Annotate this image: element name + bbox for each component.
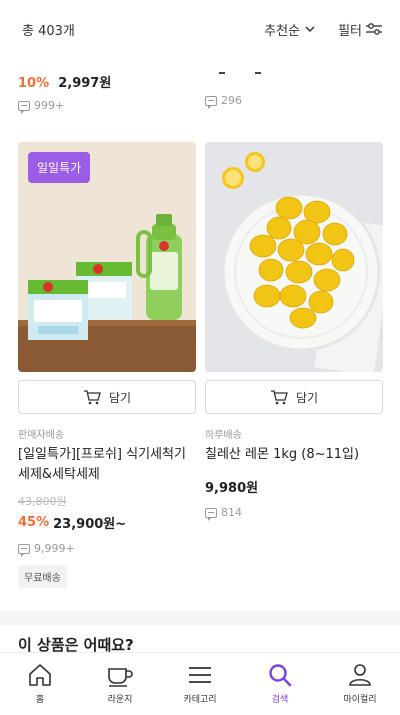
prev-product-left[interactable]: 10% 2,997원 999+ (18, 72, 112, 114)
previous-row: 10% 2,997원 999+ 296 (0, 58, 400, 118)
add-to-cart-label: 담기 (295, 390, 319, 405)
add-to-cart-button[interactable]: 담기 (18, 380, 196, 414)
sort-dropdown[interactable]: 추천순 (264, 20, 316, 39)
cart-icon (83, 390, 101, 405)
nav-label: 홈 (35, 695, 45, 705)
prev-product-right[interactable]: 296 (205, 72, 261, 109)
comment-icon (205, 95, 217, 109)
list-toolbar: 총 403개 추천순 필터 (0, 0, 400, 58)
review-count-value: 999+ (34, 99, 65, 112)
add-to-cart-button[interactable]: 담기 (205, 380, 383, 414)
price: 9,980원 (205, 481, 259, 496)
product-name[interactable]: 칠레산 레몬 1kg (8~11입) (205, 445, 383, 465)
original-price: 43,800원 (18, 495, 67, 508)
review-count-value: 296 (221, 94, 242, 107)
nav-item-search[interactable]: 검색 (240, 663, 320, 705)
review-count: 999+ (18, 99, 111, 114)
add-to-cart-label: 담기 (108, 390, 132, 405)
lemon-photo (205, 142, 383, 372)
nav-item-lounge[interactable]: 라운지 (80, 663, 160, 705)
bottom-navigation: 홈 라운지 카테고리 검색 마이컬리 (0, 652, 400, 715)
sort-label: 추천순 (264, 23, 301, 39)
filter-icon (366, 23, 382, 35)
filter-button[interactable]: 필터 (338, 20, 382, 39)
truncated-text (255, 72, 261, 74)
nav-label: 라운지 (107, 695, 133, 705)
comment-icon (18, 100, 30, 114)
price-row: 45% 23,900원~ (18, 513, 196, 532)
product-card[interactable]: 일일특가 담기 판매자배송 [일일특가][프로쉬] 식기세척기세제&세탁세제 4… (18, 142, 196, 588)
discount-rate: 10% (18, 76, 50, 91)
review-count-value: 814 (221, 506, 242, 519)
user-icon (349, 664, 371, 686)
product-list-page: 총 403개 추천순 필터 10% 2,997원 999+ 296 일일특가 담… (0, 0, 400, 715)
cart-icon (270, 390, 288, 405)
cup-icon (108, 668, 133, 687)
shipping-type: 판매자배송 (18, 430, 64, 441)
price-row: 9,980원 (205, 477, 383, 496)
menu-icon (189, 667, 211, 683)
review-count: 9,999+ (18, 542, 196, 557)
review-count: 814 (205, 506, 383, 521)
price: 23,900원~ (53, 517, 127, 532)
truncated-text (219, 72, 225, 74)
section-divider (0, 611, 400, 625)
shipping-type: 하루배송 (205, 430, 242, 441)
nav-label: 카테고리 (183, 695, 217, 705)
comment-icon (18, 543, 30, 557)
price: 2,997원 (58, 76, 112, 91)
nav-item-mykurly[interactable]: 마이컬리 (320, 663, 400, 705)
nav-item-category[interactable]: 카테고리 (160, 663, 240, 705)
chevron-down-icon (305, 26, 315, 33)
search-icon (269, 664, 292, 687)
product-card[interactable]: 담기 하루배송 칠레산 레몬 1kg (8~11입) 9,980원 814 (205, 142, 383, 521)
product-count: 총 403개 (22, 23, 75, 39)
product-name[interactable]: [일일특가][프로쉬] 식기세척기세제&세탁세제 (18, 445, 196, 485)
nav-item-home[interactable]: 홈 (0, 663, 80, 705)
product-image[interactable]: 일일특가 (18, 142, 196, 372)
nav-label: 마이컬리 (343, 695, 377, 705)
comment-icon (205, 507, 217, 521)
discount-rate: 45% (18, 515, 50, 530)
review-count: 296 (205, 94, 242, 109)
product-image[interactable] (205, 142, 383, 372)
filter-label: 필터 (338, 23, 362, 39)
daily-deal-badge: 일일특가 (28, 152, 91, 183)
home-icon (29, 664, 51, 686)
review-count-value: 9,999+ (34, 542, 75, 555)
free-shipping-tag: 무료배송 (18, 565, 67, 588)
nav-label: 검색 (271, 695, 289, 705)
